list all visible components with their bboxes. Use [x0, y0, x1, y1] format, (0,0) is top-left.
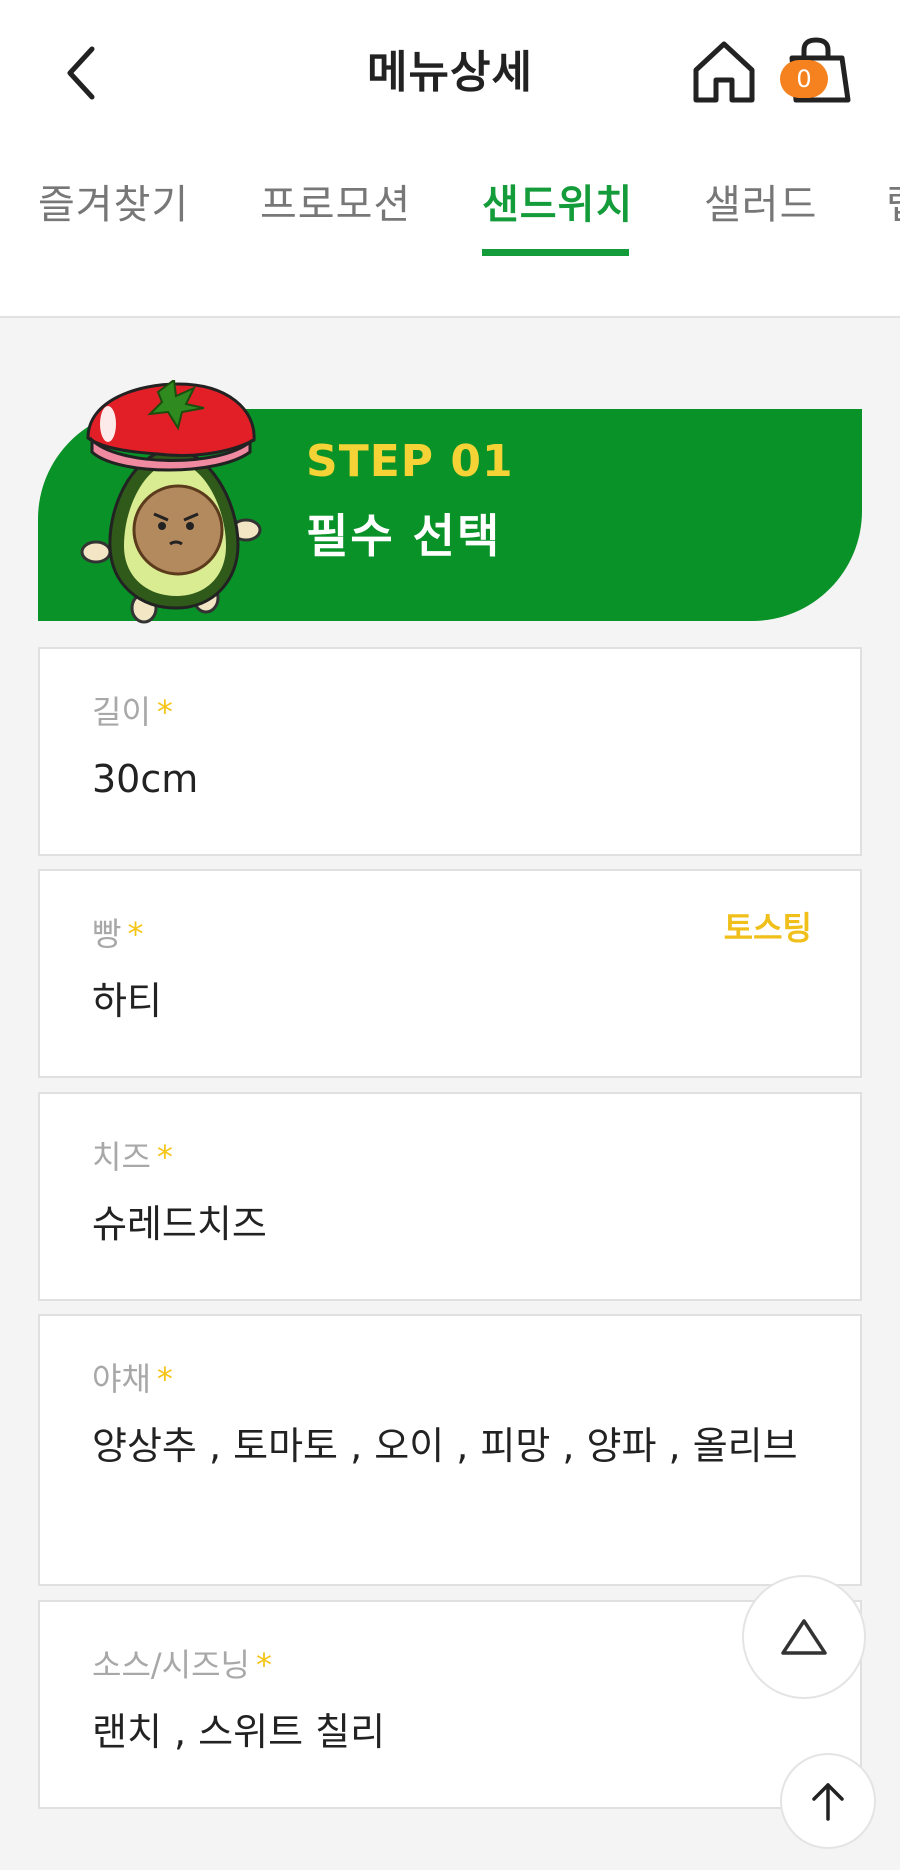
option-label: 치즈 * — [92, 1138, 173, 1176]
option-card-bread[interactable]: 빵 * 토스팅 하티 — [38, 869, 862, 1078]
tab-sandwich[interactable]: 샌드위치 — [482, 172, 633, 230]
triangle-up-icon — [781, 1619, 827, 1655]
option-value: 랜치 , 스위트 칠리 — [92, 1710, 386, 1754]
tab-salad[interactable]: 샐러드 — [704, 172, 817, 230]
option-value: 하티 — [92, 979, 162, 1023]
required-asterisk: * — [127, 915, 144, 953]
cart-count-badge: 0 — [780, 60, 828, 98]
tab-wrap[interactable]: 랩 — [886, 172, 900, 230]
home-icon — [693, 41, 755, 103]
page-title: 메뉴상세 — [367, 47, 533, 98]
option-card-length[interactable]: 길이 * 30cm — [38, 647, 862, 856]
option-card-sauce[interactable]: 소스/시즈닝 * 랜치 , 스위트 칠리 — [38, 1600, 862, 1809]
option-value: 30cm — [92, 757, 199, 801]
required-asterisk: * — [156, 693, 173, 731]
required-asterisk: * — [156, 1138, 173, 1176]
category-tabs: 즐겨찾기 프로모션 샌드위치 샐러드 랩 — [0, 140, 900, 318]
option-value: 슈레드치즈 — [92, 1202, 267, 1246]
arrow-up-icon — [812, 1783, 844, 1821]
avocado-mascot-illustration — [80, 380, 262, 624]
step-subtitle: 필수 선택 — [306, 509, 502, 563]
option-label: 소스/시즈닝 * — [92, 1646, 272, 1684]
tab-promotion[interactable]: 프로모션 — [260, 172, 411, 230]
option-card-vegetables[interactable]: 야채 * 양상추 , 토마토 , 오이 , 피망 , 양파 , 올리브 — [38, 1314, 862, 1586]
step-number: STEP 01 — [306, 436, 514, 487]
tab-favorites[interactable]: 즐겨찾기 — [38, 172, 189, 230]
option-label: 야채 * — [92, 1360, 173, 1398]
top-app-bar: 메뉴상세 0 — [0, 0, 900, 140]
option-card-cheese[interactable]: 치즈 * 슈레드치즈 — [38, 1092, 862, 1301]
option-label: 길이 * — [92, 693, 173, 731]
active-tab-indicator — [482, 249, 629, 256]
required-asterisk: * — [255, 1646, 272, 1684]
collapse-button[interactable] — [742, 1575, 866, 1699]
option-value: 양상추 , 토마토 , 오이 , 피망 , 양파 , 올리브 — [92, 1424, 798, 1468]
required-asterisk: * — [156, 1360, 173, 1398]
toasting-label[interactable]: 토스팅 — [724, 903, 812, 949]
home-button[interactable] — [688, 36, 760, 108]
option-label: 빵 * — [92, 915, 144, 953]
scroll-to-top-button[interactable] — [780, 1753, 876, 1849]
